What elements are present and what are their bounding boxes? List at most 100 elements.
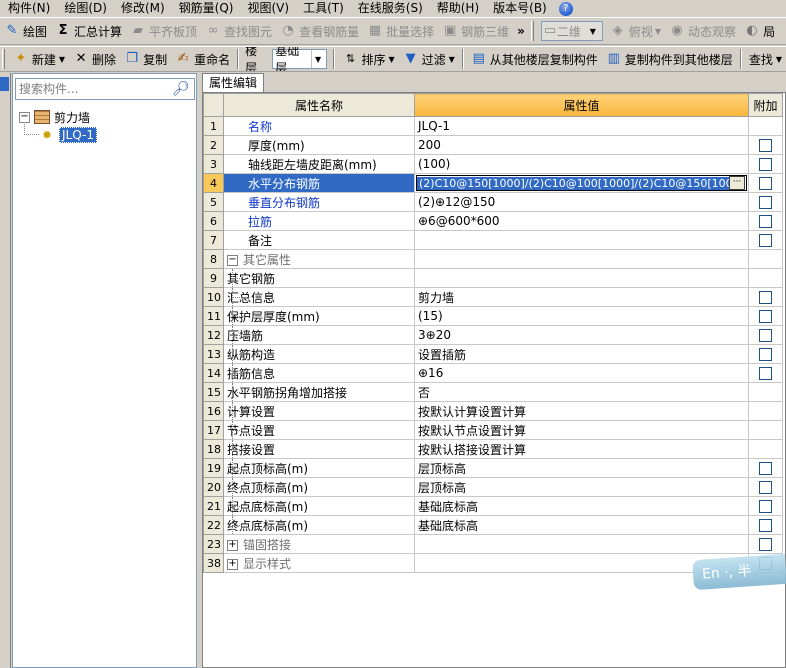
property-value-cell[interactable]: 200 [414,135,749,155]
help-icon[interactable]: ? [558,1,573,16]
property-value-cell[interactable]: 设置插筋 [414,344,749,364]
property-value-cell[interactable]: 3⊕20 [414,325,749,345]
table-row[interactable]: 2 厚度(mm) 200 [203,135,783,155]
property-value-cell[interactable]: 按默认计算设置计算 [414,401,749,421]
table-row[interactable]: 8− 其它属性 [203,249,783,269]
additional-checkbox[interactable] [759,519,772,532]
property-name-cell[interactable]: 垂直分布钢筋 [223,192,415,212]
property-name-cell[interactable]: 汇总信息 [223,287,415,307]
batch-select-button[interactable]: ▦ 批量选择 [363,20,438,42]
ime-status-bar[interactable]: En ·, 半 [692,553,786,591]
ellipsis-button[interactable]: ··· [729,176,745,190]
table-row[interactable]: 7 备注 [203,230,783,250]
property-name-cell[interactable]: 备注 [223,230,415,250]
property-name-cell[interactable]: 终点顶标高(m) [223,477,415,497]
property-name-cell[interactable]: + 显示样式 [223,553,415,573]
additional-checkbox[interactable] [759,234,772,247]
menu-modify[interactable]: 修改(M) [113,0,171,17]
toolbar-overflow-button[interactable]: » [513,20,529,42]
property-value-cell[interactable] [414,230,749,250]
menu-component[interactable]: 构件(N) [0,0,56,17]
table-row[interactable]: 3 轴线距左墙皮距离(mm) (100) [203,154,783,174]
property-name-cell[interactable]: 压墙筋 [223,325,415,345]
property-value-cell[interactable]: JLQ-1 [414,116,749,136]
flat-slab-button[interactable]: ▰ 平齐板顶 [126,20,201,42]
property-name-cell[interactable]: − 其它属性 [223,249,415,269]
sum-calculate-button[interactable]: Σ 汇总计算 [51,20,126,42]
new-button[interactable]: ✦ 新建 ▼ [9,48,69,70]
table-row[interactable]: 5 垂直分布钢筋 (2)⊕12@150 [203,192,783,212]
property-value-cell[interactable]: 按默认节点设置计算 [414,420,749,440]
menu-version[interactable]: 版本号(B) [485,0,553,17]
copy-button[interactable]: ❐ 复制 [120,48,171,70]
collapse-icon[interactable]: − [227,254,238,266]
expand-icon[interactable]: + [227,539,238,551]
copy-from-floor-button[interactable]: ▤ 从其他楼层复制构件 [467,48,602,70]
additional-checkbox[interactable] [759,139,772,152]
property-name-cell[interactable]: 节点设置 [223,420,415,440]
table-row[interactable]: 9 其它钢筋 [203,268,783,288]
sort-button[interactable]: ⇅ 排序 ▼ [338,48,398,70]
collapse-icon[interactable]: − [19,111,30,123]
property-value-cell[interactable] [414,249,749,269]
additional-header[interactable]: 附加 [748,93,783,117]
copy-to-floor-button[interactable]: ▥ 复制构件到其他楼层 [602,48,737,70]
property-name-cell[interactable]: 搭接设置 [223,439,415,459]
table-row[interactable]: 12 压墙筋 3⊕20 [203,325,783,345]
additional-checkbox[interactable] [759,500,772,513]
property-name-cell[interactable]: 名称 [223,116,415,136]
property-name-cell[interactable]: + 锚固搭接 [223,534,415,554]
property-name-cell[interactable]: 其它钢筋 [223,268,415,288]
property-name-cell[interactable]: 起点底标高(m) [223,496,415,516]
property-value-cell[interactable]: 层顶标高 [414,477,749,497]
view-rebar-button[interactable]: ◔ 查看钢筋量 [276,20,363,42]
property-value-cell[interactable]: ⊕16 [414,363,749,383]
property-name-cell[interactable]: 终点底标高(m) [223,515,415,535]
find-button[interactable]: 查找 ▼ [745,48,786,70]
additional-checkbox[interactable] [759,462,772,475]
table-row[interactable]: 22 终点底标高(m) 基础底标高 [203,515,783,535]
additional-checkbox[interactable] [759,215,772,228]
expand-icon[interactable]: + [227,558,238,570]
top-view-button[interactable]: ◈ 俯视 ▼ [606,20,665,42]
local-view-button[interactable]: ◐ 局 [740,20,779,42]
table-row[interactable]: 14 插筋信息 ⊕16 [203,363,783,383]
property-value-cell[interactable]: (15) [414,306,749,326]
property-name-header[interactable]: 属性名称 [223,93,415,117]
property-value-cell[interactable]: 剪力墙 [414,287,749,307]
tab-property-edit[interactable]: 属性编辑 [202,73,265,92]
property-value-cell[interactable]: 基础底标高 [414,496,749,516]
additional-checkbox[interactable] [759,481,772,494]
search-icon[interactable]: 🔎︎ [170,79,192,99]
menu-draw[interactable]: 绘图(D) [56,0,113,17]
property-name-cell[interactable]: 厚度(mm) [223,135,415,155]
property-value-cell[interactable]: ⊕6@600*600 [414,211,749,231]
table-row[interactable]: 17 节点设置 按默认节点设置计算 [203,420,783,440]
additional-checkbox[interactable] [759,196,772,209]
property-name-cell[interactable]: 纵筋构造 [223,344,415,364]
menu-view[interactable]: 视图(V) [239,0,295,17]
toolbar-grip[interactable] [2,49,5,69]
additional-checkbox[interactable] [759,538,772,551]
table-row[interactable]: 15 水平钢筋拐角增加搭接 否 [203,382,783,402]
property-value-cell[interactable]: 否 [414,382,749,402]
property-value-text[interactable]: (2)C10@150[1000]/(2)C10@100[1000]/(2)C10… [417,176,729,190]
property-value-cell[interactable] [414,534,749,554]
table-row[interactable]: 16 计算设置 按默认计算设置计算 [203,401,783,421]
table-row[interactable]: 11 保护层厚度(mm) (15) [203,306,783,326]
property-value-cell[interactable]: (2)⊕12@150 [414,192,749,212]
menu-rebar-quantity[interactable]: 钢筋量(Q) [171,0,240,17]
property-name-cell[interactable]: 拉筋 [223,211,415,231]
property-value-header[interactable]: 属性值 [414,93,749,117]
dock-tab-indicator[interactable] [0,77,9,91]
property-value-editor[interactable]: (2)C10@150[1000]/(2)C10@100[1000]/(2)C10… [416,175,747,191]
rebar-3d-button[interactable]: ▣ 钢筋三维 [438,20,513,42]
property-value-cell[interactable]: 层顶标高 [414,458,749,478]
table-row[interactable]: 13 纵筋构造 设置插筋 [203,344,783,364]
property-value-cell[interactable]: (100) [414,154,749,174]
search-input[interactable] [16,80,170,98]
table-row[interactable]: 18 搭接设置 按默认搭接设置计算 [203,439,783,459]
dynamic-view-button[interactable]: ◉ 动态观察 [665,20,740,42]
menu-online-service[interactable]: 在线服务(S) [350,0,429,17]
table-row[interactable]: 23 + 锚固搭接 [203,534,783,554]
